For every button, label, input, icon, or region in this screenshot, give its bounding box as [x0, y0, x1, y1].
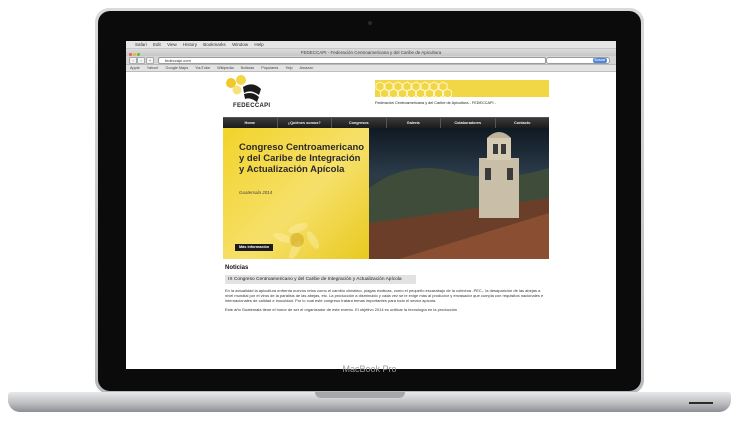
- bee-hexagon-logo-icon[interactable]: [223, 75, 263, 105]
- back-button[interactable]: ‹: [129, 57, 137, 64]
- browser-titlebar: FEDECCAPI - Federación Centroamericana y…: [126, 49, 616, 56]
- forward-button[interactable]: ›: [137, 57, 145, 64]
- menu-item[interactable]: Edit: [153, 42, 161, 47]
- bookmark-item[interactable]: Amazon: [299, 66, 313, 70]
- site-logo-text[interactable]: FEDECCAPI: [233, 103, 270, 109]
- bookmark-item[interactable]: Populares: [261, 66, 278, 70]
- honeycomb-banner: [375, 80, 549, 97]
- website: FEDECCAPI Federación Centroamericana y d…: [223, 73, 549, 316]
- window-title: FEDECCAPI - Federación Centroamericana y…: [300, 50, 442, 55]
- hero-photo: [369, 128, 549, 259]
- bookmark-item[interactable]: Yelp: [285, 66, 292, 70]
- menu-item[interactable]: View: [167, 42, 177, 47]
- bookmarks-bar: Apple Yahoo! Google Maps YouTube Wikiped…: [126, 65, 616, 72]
- menu-item[interactable]: History: [183, 42, 197, 47]
- site-navbar: Home ¿Quiénes somos? Congresos Galería C…: [223, 117, 549, 128]
- screen: Safari Edit View History Bookmarks Windo…: [126, 41, 616, 369]
- hero-title: Congreso Centroamericano y del Caribe de…: [239, 142, 365, 175]
- news-paragraph: En la actualidad la apicultura enfrenta …: [225, 288, 544, 303]
- header-tagline: Federación Centroamericana y del Caribe …: [375, 101, 496, 105]
- more-info-button[interactable]: Más información: [235, 244, 274, 251]
- nav-home[interactable]: Home: [223, 118, 278, 128]
- add-bookmark-button[interactable]: +: [146, 57, 154, 64]
- bookmark-item[interactable]: Google Maps: [166, 66, 189, 70]
- bookmark-item[interactable]: Noticias: [241, 66, 255, 70]
- bookmark-item[interactable]: Apple: [130, 66, 140, 70]
- nav-about[interactable]: ¿Quiénes somos?: [278, 118, 332, 128]
- browser-toolbar: ‹ › + fedeccapi.com Buscar: [126, 56, 616, 65]
- camera-icon: [368, 21, 372, 25]
- url-input[interactable]: fedeccapi.com: [158, 57, 546, 64]
- menu-item[interactable]: Bookmarks: [203, 42, 226, 47]
- search-button[interactable]: Buscar: [593, 58, 607, 63]
- laptop-lid: Safari Edit View History Bookmarks Windo…: [95, 8, 644, 394]
- screen-bezel: Safari Edit View History Bookmarks Windo…: [98, 11, 641, 391]
- hero-banner: Congreso Centroamericano y del Caribe de…: [223, 128, 549, 259]
- news-title: Noticias: [225, 265, 249, 271]
- hero-subtitle: Guatemala 2014: [239, 190, 273, 195]
- nav-contacto[interactable]: Contacto: [496, 118, 550, 128]
- news-section: Noticias IX Congreso Centroamericano y d…: [223, 259, 549, 312]
- lid-notch: [315, 392, 405, 398]
- device-brand-label: MacBook Pro: [342, 364, 397, 374]
- menu-item[interactable]: Safari: [135, 42, 147, 47]
- church-photo-icon: [369, 132, 549, 259]
- honeycomb-pattern-icon: [375, 81, 452, 97]
- bookmark-item[interactable]: Yahoo!: [147, 66, 159, 70]
- bookmark-item[interactable]: Wikipedia: [217, 66, 233, 70]
- search-input[interactable]: Buscar: [546, 57, 610, 64]
- site-header: FEDECCAPI Federación Centroamericana y d…: [223, 73, 549, 117]
- nav-colaboradores[interactable]: Colaboradores: [441, 118, 496, 128]
- nav-congresos[interactable]: Congresos: [332, 118, 387, 128]
- hero-text-panel: Congreso Centroamericano y del Caribe de…: [223, 128, 369, 259]
- menu-item[interactable]: Help: [254, 42, 263, 47]
- base-indicator: [689, 402, 713, 404]
- menu-item[interactable]: Window: [232, 42, 248, 47]
- bookmark-item[interactable]: YouTube: [195, 66, 210, 70]
- nav-galeria[interactable]: Galería: [387, 118, 441, 128]
- news-headline[interactable]: IX Congreso Centroamericano y del Caribe…: [225, 275, 416, 284]
- os-menubar: Safari Edit View History Bookmarks Windo…: [126, 41, 616, 49]
- news-paragraph: Este año Guatemala tiene el honor de ser…: [225, 307, 458, 312]
